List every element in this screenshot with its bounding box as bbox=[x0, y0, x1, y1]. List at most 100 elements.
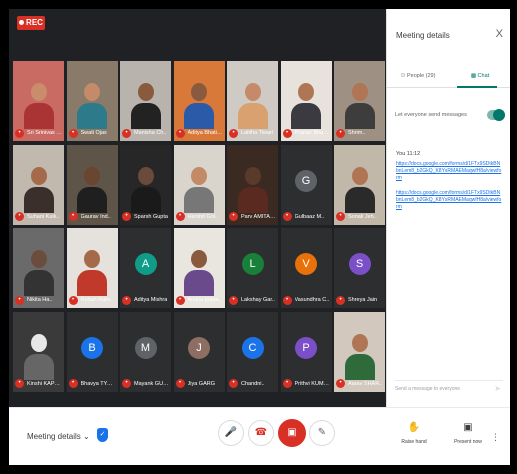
participant-tile[interactable]: • Aarav SHAR.. bbox=[334, 311, 385, 392]
participant-name: Sonali Jeh.. bbox=[348, 213, 377, 220]
participant-label: • Sparsh Gupta bbox=[122, 212, 169, 222]
camera-button[interactable]: ▣ bbox=[278, 419, 306, 447]
avatar: S bbox=[348, 253, 371, 275]
toggle-knob bbox=[493, 109, 505, 121]
person-body bbox=[184, 186, 214, 213]
participant-tile[interactable]: • Parv AMITAB.. bbox=[227, 144, 278, 225]
avatar: C bbox=[241, 336, 264, 359]
participant-tile[interactable]: • Sonali Jeh.. bbox=[334, 144, 385, 225]
participant-tile[interactable]: • Anshu gupta.. bbox=[173, 228, 225, 308]
participant-video bbox=[184, 83, 214, 129]
meeting-details-label: Meeting details bbox=[27, 432, 81, 441]
participant-label: •Kinshi KAPOOR bbox=[15, 379, 62, 389]
participant-tile[interactable]: • Sparsh Gupta bbox=[120, 144, 171, 225]
send-messages-toggle[interactable] bbox=[487, 109, 505, 121]
participant-tile[interactable]: G • Gulbaaz M.. bbox=[280, 144, 332, 225]
participant-tile[interactable]: • Aditya Bhatia.. bbox=[173, 61, 225, 141]
mic-muted-icon: • bbox=[282, 128, 292, 138]
participant-label: • Bhavya TYAGI bbox=[68, 379, 116, 389]
message-link[interactable]: https://docs.google.com/forms/d/1FTx9SDt… bbox=[396, 190, 502, 211]
participant-tile[interactable]: • Manisha Ch.. bbox=[120, 61, 171, 141]
participant-label: • Shreya Jain bbox=[336, 295, 383, 305]
participant-video bbox=[344, 333, 375, 380]
tab-people[interactable]: ⚇ People (29) bbox=[387, 65, 449, 87]
mic-muted-icon: • bbox=[336, 212, 345, 221]
participant-name: Aditya Mishra bbox=[134, 297, 168, 303]
participant-tile[interactable]: • Harshit Gol.. bbox=[173, 144, 225, 225]
present-now-label: Present now bbox=[454, 439, 482, 445]
participant-tile[interactable]: • Sri Srinivas B.. bbox=[13, 61, 64, 141]
mic-muted-icon: • bbox=[175, 379, 185, 388]
participant-tile[interactable]: M •Mayank GUPTA bbox=[120, 311, 171, 392]
participant-tile[interactable]: • Suhani Kulk.. bbox=[13, 144, 64, 225]
person-head bbox=[30, 83, 47, 101]
chat-icon: ▩ bbox=[470, 73, 477, 79]
mic-muted-icon: • bbox=[229, 128, 238, 138]
mic-muted-icon: • bbox=[282, 212, 292, 221]
chevron-down-icon: ⌄ bbox=[83, 432, 90, 441]
participant-name: Gulbaaz M.. bbox=[294, 213, 325, 220]
person-body bbox=[77, 103, 107, 129]
participant-video bbox=[184, 250, 214, 296]
mic-muted-icon: • bbox=[282, 295, 292, 305]
person-head bbox=[84, 83, 100, 101]
avatar: P bbox=[295, 336, 317, 359]
participant-tile[interactable]: L • Lakshay Gar.. bbox=[227, 228, 278, 308]
participant-name: Shreya Jain bbox=[348, 297, 378, 303]
avatar: G bbox=[295, 169, 317, 192]
person-body bbox=[23, 186, 54, 213]
participant-tile[interactable]: B • Bhavya TYAGI bbox=[66, 311, 118, 392]
person-body bbox=[184, 103, 214, 129]
participant-name: Suhani Kulk.. bbox=[27, 213, 60, 220]
participant-tile[interactable]: S • Shreya Jain bbox=[334, 228, 385, 308]
mic-muted-icon: • bbox=[122, 295, 131, 305]
microphone-button[interactable]: 🎤 bbox=[218, 420, 244, 446]
mic-muted-icon: • bbox=[122, 212, 131, 221]
person-body bbox=[23, 103, 54, 129]
participant-video bbox=[237, 83, 268, 129]
participant-tile[interactable]: A • Aditya Mishra bbox=[120, 228, 171, 308]
participant-tile[interactable]: • Rohan Rahi.. bbox=[66, 228, 118, 308]
person-head bbox=[30, 250, 47, 268]
participant-tile[interactable]: C • Chandni.. bbox=[227, 311, 278, 392]
participant-tile[interactable]: P • Prithvi KUMAR bbox=[280, 311, 332, 392]
participant-name: Bhavya TYAGI bbox=[80, 380, 116, 387]
recording-badge: REC bbox=[17, 16, 45, 30]
chat-permission-row: Let everyone send messages bbox=[395, 109, 505, 123]
tab-chat[interactable]: ▩ Chat bbox=[449, 65, 510, 87]
panel-tabs: ⚇ People (29) ▩ Chat bbox=[387, 65, 510, 88]
participant-tile[interactable]: •Kinshi KAPOOR bbox=[13, 311, 64, 392]
participant-label: • Swati Ojas bbox=[68, 128, 116, 138]
person-body bbox=[291, 103, 321, 129]
participant-video bbox=[23, 166, 54, 213]
raise-hand-button[interactable]: ✋ Raise hand bbox=[397, 422, 431, 445]
participant-name: Harshit Gol.. bbox=[187, 213, 219, 220]
chat-input[interactable]: Send a message to everyone ➤ bbox=[395, 380, 503, 397]
present-now-button[interactable]: ▣ Present now bbox=[451, 422, 485, 445]
participant-tile[interactable]: V • Vasundhra C.. bbox=[280, 228, 332, 308]
message-link[interactable]: https://docs.google.com/forms/d/1FTx9SDt… bbox=[396, 161, 502, 182]
participant-label: • Vasundhra C.. bbox=[282, 295, 330, 305]
pen-button[interactable]: ✎ bbox=[309, 420, 335, 446]
close-icon[interactable]: X bbox=[496, 28, 503, 40]
raise-hand-label: Raise hand bbox=[401, 439, 427, 445]
more-options-icon[interactable]: ⋮ bbox=[491, 432, 500, 443]
participant-tile[interactable]: J • Jiya GARG bbox=[173, 311, 225, 392]
shield-icon[interactable]: ✓ bbox=[97, 428, 108, 442]
participant-tile[interactable]: • Shrim.. bbox=[334, 61, 385, 141]
meeting-details-panel: Meeting details X ⚇ People (29) ▩ Chat L… bbox=[386, 9, 510, 407]
leave-call-button[interactable]: ☎ bbox=[248, 420, 274, 446]
participant-name: Vasundhra C.. bbox=[294, 297, 330, 303]
participant-tile[interactable]: • Gaurav Ind.. bbox=[66, 144, 118, 225]
person-head bbox=[30, 166, 47, 185]
participant-video bbox=[77, 83, 107, 129]
mic-muted-icon: • bbox=[122, 128, 131, 138]
person-body bbox=[77, 186, 107, 213]
meeting-details-button[interactable]: Meeting details ⌄ bbox=[27, 432, 90, 441]
participant-tile[interactable]: • Nikita Ha.. bbox=[13, 228, 64, 308]
participant-tile[interactable]: • Pranav Bhand.. bbox=[280, 61, 332, 141]
participant-video bbox=[77, 250, 107, 296]
participant-tile[interactable]: • Swati Ojas bbox=[66, 61, 118, 141]
participant-tile[interactable]: • Lalitha Tiwari bbox=[227, 61, 278, 141]
send-icon[interactable]: ➤ bbox=[494, 384, 501, 393]
